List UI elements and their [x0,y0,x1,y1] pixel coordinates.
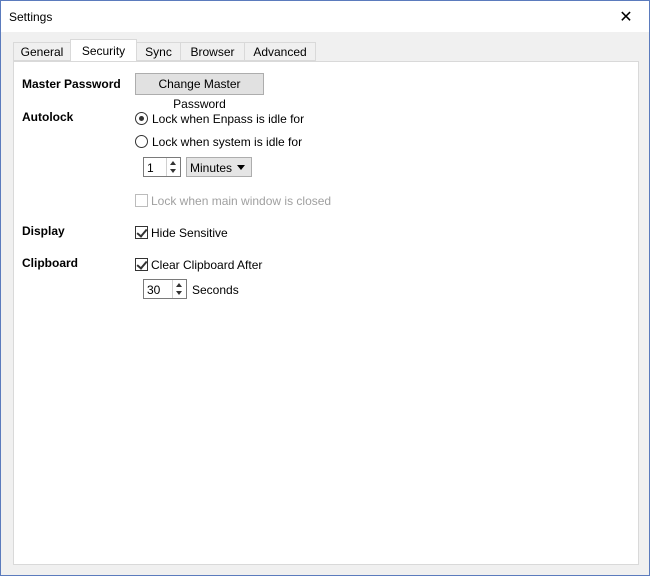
tab-browser[interactable]: Browser [180,42,245,61]
chevron-down-icon [237,165,245,170]
tab-general[interactable]: General [13,42,71,61]
idle-time-stepper[interactable]: 1 [143,157,181,177]
clipboard-seconds-stepper[interactable]: 30 [143,279,187,299]
idle-time-value: 1 [147,161,154,175]
lock-system-idle-label: Lock when system is idle for [152,135,303,149]
idle-unit-value: Minutes [190,161,233,175]
tab-sync[interactable]: Sync [136,42,181,61]
hide-sensitive-label: Hide Sensitive [151,226,228,240]
clear-clipboard-checkbox[interactable] [135,258,148,271]
close-icon: ✕ [619,8,633,26]
display-label: Display [22,224,65,238]
lock-on-close-checkbox[interactable] [135,194,148,207]
title-bar: Settings ✕ [1,1,649,32]
lock-on-close-label: Lock when main window is closed [151,194,332,208]
security-panel: Master Password Change Master Password A… [13,61,639,565]
stepper-up-icon[interactable] [176,283,182,287]
seconds-label: Seconds [192,283,239,297]
idle-unit-dropdown[interactable]: Minutes [186,157,252,177]
hide-sensitive-checkbox[interactable] [135,226,148,239]
clear-clipboard-label: Clear Clipboard After [151,258,263,272]
radio-selected-dot [139,116,144,121]
lock-enpass-idle-label: Lock when Enpass is idle for [152,112,305,126]
window-title: Settings [9,10,53,24]
checkmark-icon [136,226,148,238]
lock-system-idle-radio[interactable] [135,135,148,148]
stepper-down-icon[interactable] [176,291,182,295]
master-password-label: Master Password [22,77,121,91]
tab-security[interactable]: Security [70,39,137,62]
settings-window: Settings ✕ General Security Sync Browser… [0,0,650,576]
close-button[interactable]: ✕ [603,1,649,32]
tab-advanced[interactable]: Advanced [244,42,316,61]
stepper-up-icon[interactable] [170,161,176,165]
clipboard-seconds-value: 30 [147,283,161,297]
lock-enpass-idle-radio[interactable] [135,112,148,125]
idle-time-arrows[interactable] [166,158,180,176]
clipboard-label: Clipboard [22,256,78,270]
stepper-down-icon[interactable] [170,169,176,173]
checkmark-icon [136,258,148,270]
autolock-label: Autolock [22,110,74,124]
change-master-password-button[interactable]: Change Master Password [135,73,264,111]
clipboard-seconds-arrows[interactable] [172,280,186,298]
